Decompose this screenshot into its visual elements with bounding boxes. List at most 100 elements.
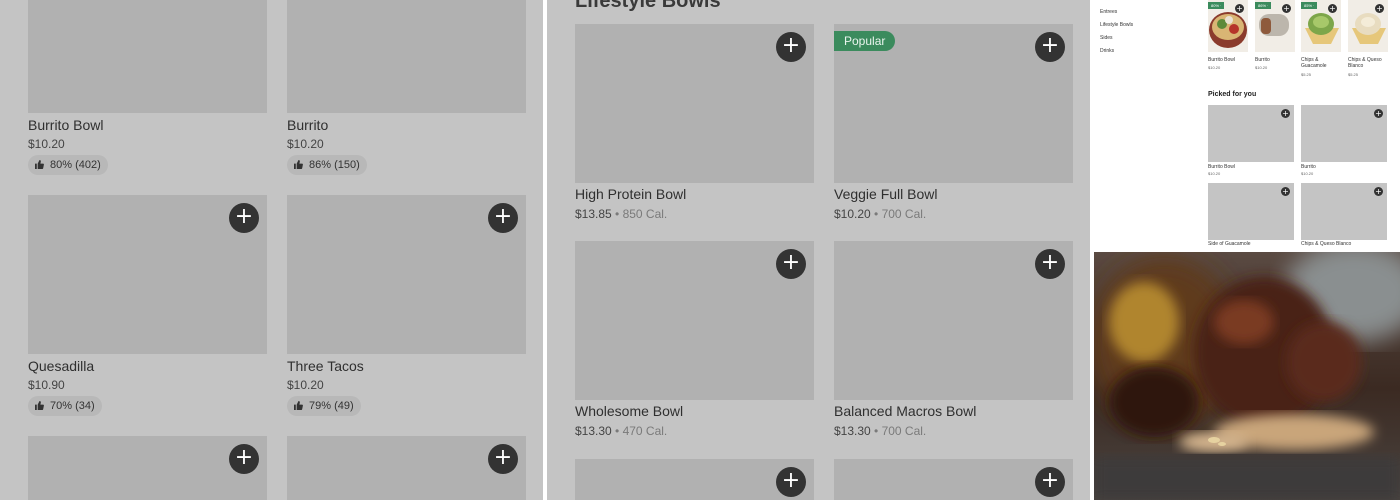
- add-to-cart-button[interactable]: +: [1281, 187, 1290, 196]
- item-calories: • 700 Cal.: [870, 424, 927, 438]
- item-calories: • 700 Cal.: [870, 207, 927, 221]
- item-price: $13.30 • 470 Cal.: [575, 424, 668, 438]
- grilled-meat-photo: [1094, 252, 1400, 500]
- menu-item-card[interactable]: +: [834, 459, 1073, 500]
- add-to-cart-button[interactable]: +: [229, 203, 259, 233]
- add-to-cart-button[interactable]: +: [1328, 4, 1337, 13]
- item-name: Quesadilla: [28, 358, 95, 374]
- section-title: Lifestyle Bowls: [575, 0, 721, 12]
- add-to-cart-button[interactable]: +: [776, 32, 806, 62]
- menu-page-overview: Entrees Lifestyle Bowls Sides Drinks 80%…: [1094, 0, 1400, 248]
- item-name: Wholesome Bowl: [575, 403, 684, 419]
- add-to-cart-button[interactable]: +: [776, 467, 806, 497]
- item-price: $10.20: [28, 137, 65, 151]
- item-name: Chips & Queso Blanco: [1348, 57, 1382, 69]
- menu-item-card[interactable]: + High Protein Bowl $13.85 • 850 Cal.: [575, 24, 814, 224]
- item-price: $10.20 • 700 Cal.: [834, 207, 927, 221]
- add-to-cart-button[interactable]: +: [776, 249, 806, 279]
- rating-text: 79% (49): [309, 400, 354, 412]
- thumbs-up-icon: [294, 160, 303, 169]
- menu-item-card[interactable]: + Balanced Macros Bowl $13.30 • 700 Cal.: [834, 241, 1073, 441]
- sidebar-item-lifestyle-bowls[interactable]: Lifestyle Bowls: [1100, 22, 1133, 28]
- sidebar-item-sides[interactable]: Sides: [1100, 35, 1113, 41]
- mini-item-card[interactable]: + Side of Guacamole: [1208, 183, 1294, 248]
- item-calories: • 850 Cal.: [611, 207, 668, 221]
- mini-item-card[interactable]: + Burrito Bowl $10.20: [1208, 105, 1294, 177]
- add-to-cart-button[interactable]: +: [1035, 32, 1065, 62]
- item-name: Three Tacos: [287, 358, 364, 374]
- mini-item-card[interactable]: 80% · + Burrito Bowl $10.20: [1208, 0, 1248, 75]
- item-name: Chips & Guacamole: [1301, 57, 1327, 69]
- item-price: $10.20: [1255, 65, 1268, 70]
- add-to-cart-button[interactable]: +: [1235, 4, 1244, 13]
- add-to-cart-button[interactable]: +: [1282, 4, 1291, 13]
- mini-item-card[interactable]: 86% · + Burrito $10.20: [1255, 0, 1295, 75]
- add-to-cart-button[interactable]: +: [1374, 109, 1383, 118]
- picked-for-you-heading: Picked for you: [1208, 91, 1257, 98]
- menu-item-card[interactable]: + Three Tacos $10.20 79% (49): [287, 195, 526, 416]
- menu-item-card[interactable]: Burrito $10.20 86% (150): [287, 0, 526, 180]
- menu-item-card[interactable]: Popular + Veggie Full Bowl $10.20 • 700 …: [834, 24, 1073, 224]
- item-name: Balanced Macros Bowl: [834, 403, 977, 419]
- rating-badge: 86% ·: [1255, 2, 1272, 9]
- item-calories: • 470 Cal.: [611, 424, 668, 438]
- popular-badge: Popular: [834, 31, 896, 51]
- item-price: $10.20: [1208, 171, 1221, 176]
- menu-item-card[interactable]: + Wholesome Bowl $13.30 • 470 Cal.: [575, 241, 814, 441]
- item-price: $5.25: [1348, 72, 1359, 77]
- rating-text: 80% (402): [50, 159, 101, 171]
- rating-pill: 80% (402): [28, 155, 108, 175]
- item-image-placeholder: [287, 0, 526, 113]
- item-name: Burrito: [1301, 164, 1316, 170]
- item-price: $10.90: [28, 378, 65, 392]
- rating-text: 86% (150): [309, 159, 360, 171]
- menu-item-card[interactable]: +: [575, 459, 814, 500]
- item-name: Veggie Full Bowl: [834, 186, 938, 202]
- food-closeup-image: [1094, 252, 1400, 500]
- add-to-cart-button[interactable]: +: [1035, 249, 1065, 279]
- rating-pill: 86% (150): [287, 155, 367, 175]
- menu-item-card[interactable]: Burrito Bowl $10.20 80% (402): [28, 0, 267, 180]
- item-name: Burrito Bowl: [1208, 164, 1235, 170]
- item-price: $10.20: [287, 137, 324, 151]
- mini-item-card[interactable]: + Chips & Queso Blanco $5.25: [1348, 0, 1388, 80]
- item-price: $5.25: [1301, 72, 1312, 77]
- add-to-cart-button[interactable]: +: [229, 444, 259, 474]
- sidebar-item-drinks[interactable]: Drinks: [1100, 48, 1114, 54]
- thumbs-up-icon: [35, 401, 44, 410]
- rating-text: 70% (34): [50, 400, 95, 412]
- mini-item-card[interactable]: 85% · + Chips & Guacamole $5.25: [1301, 0, 1341, 80]
- menu-panel-left: Burrito Bowl $10.20 80% (402) Burrito $1…: [0, 0, 543, 500]
- add-to-cart-button[interactable]: +: [1374, 187, 1383, 196]
- rating-badge: 80% ·: [1208, 2, 1225, 9]
- add-to-cart-button[interactable]: +: [1375, 4, 1384, 13]
- menu-item-card[interactable]: +: [28, 436, 267, 500]
- menu-item-card[interactable]: + Quesadilla $10.90 70% (34): [28, 195, 267, 416]
- sidebar-item-entrees[interactable]: Entrees: [1100, 9, 1117, 15]
- item-image-placeholder: [28, 0, 267, 113]
- item-name: Side of Guacamole: [1208, 241, 1251, 247]
- mini-item-card[interactable]: + Chips & Queso Blanco: [1301, 183, 1387, 248]
- menu-item-card[interactable]: +: [287, 436, 526, 500]
- item-name: Burrito: [287, 117, 329, 133]
- item-name: High Protein Bowl: [575, 186, 687, 202]
- item-price: $13.30 • 700 Cal.: [834, 424, 927, 438]
- item-price: $10.20: [287, 378, 324, 392]
- add-to-cart-button[interactable]: +: [488, 444, 518, 474]
- item-price: $10.20: [1301, 171, 1314, 176]
- add-to-cart-button[interactable]: +: [1035, 467, 1065, 497]
- rating-pill: 70% (34): [28, 396, 102, 416]
- rating-badge: 85% ·: [1301, 2, 1318, 9]
- thumbs-up-icon: [294, 401, 303, 410]
- mini-item-card[interactable]: + Burrito $10.20: [1301, 105, 1387, 177]
- item-name: Burrito Bowl: [28, 117, 104, 133]
- item-name: Chips & Queso Blanco: [1301, 241, 1352, 247]
- rating-pill: 79% (49): [287, 396, 361, 416]
- add-to-cart-button[interactable]: +: [488, 203, 518, 233]
- add-to-cart-button[interactable]: +: [1281, 109, 1290, 118]
- item-price: $10.20: [1208, 65, 1221, 70]
- item-name: Burrito: [1255, 57, 1270, 63]
- thumbs-up-icon: [35, 160, 44, 169]
- item-name: Burrito Bowl: [1208, 57, 1235, 63]
- lifestyle-bowls-panel: Lifestyle Bowls + High Protein Bowl $13.…: [547, 0, 1090, 500]
